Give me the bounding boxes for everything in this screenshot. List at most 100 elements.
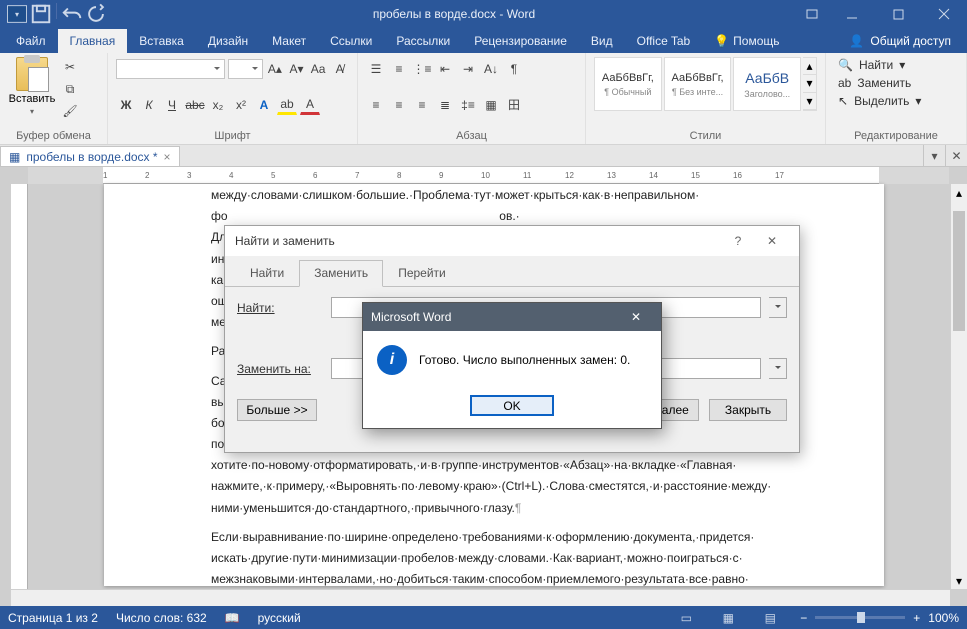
style-no-spacing[interactable]: АаБбВвГг,¶ Без инте... bbox=[664, 57, 732, 111]
font-color-icon[interactable]: A bbox=[300, 95, 320, 115]
msgbox-titlebar[interactable]: Microsoft Word ✕ bbox=[363, 303, 661, 331]
paragraph-label: Абзац bbox=[366, 128, 577, 142]
tab-insert[interactable]: Вставка bbox=[127, 29, 196, 53]
highlight-icon[interactable]: ab bbox=[277, 95, 297, 115]
close-icon[interactable] bbox=[921, 0, 967, 28]
tab-home[interactable]: Главная bbox=[58, 29, 128, 53]
cursor-icon: ↖ bbox=[838, 94, 848, 108]
scroll-down-icon[interactable]: ▾ bbox=[951, 572, 967, 589]
paste-button[interactable]: Вставить ▾ bbox=[8, 57, 56, 116]
ribbon-opts-icon[interactable] bbox=[795, 0, 829, 28]
dialog-titlebar[interactable]: Найти и заменить ? ✕ bbox=[225, 226, 799, 256]
style-normal[interactable]: АаБбВвГг,¶ Обычный bbox=[594, 57, 662, 111]
zoom-out-icon[interactable]: − bbox=[800, 611, 807, 625]
horizontal-scrollbar[interactable] bbox=[11, 589, 950, 606]
font-name-combo[interactable] bbox=[116, 59, 225, 79]
close-button[interactable]: Закрыть bbox=[709, 399, 787, 421]
view-web-icon[interactable]: ▤ bbox=[758, 606, 782, 629]
status-bar: Страница 1 из 2 Число слов: 632 📖 русски… bbox=[0, 606, 967, 629]
bullets-icon[interactable]: ☰ bbox=[366, 59, 386, 79]
scroll-up-icon[interactable]: ▴ bbox=[951, 184, 967, 201]
group-paragraph: ☰ ≡ ⋮≡ ⇤ ⇥ A↓ ¶ ≡ ≡ ≡ ≣ ‡≡ ▦ 田 Абзац bbox=[358, 53, 586, 144]
more-button[interactable]: Больше >> bbox=[237, 399, 317, 421]
status-page[interactable]: Страница 1 из 2 bbox=[8, 611, 98, 625]
find-button[interactable]: 🔍Найти ▾ bbox=[834, 57, 958, 73]
horizontal-ruler[interactable]: 1234567891011121314151617 bbox=[28, 167, 949, 184]
dlg-tab-find[interactable]: Найти bbox=[235, 260, 299, 286]
dlg-tab-goto[interactable]: Перейти bbox=[383, 260, 461, 286]
copy-icon[interactable]: ⧉ bbox=[60, 79, 80, 99]
style-heading1[interactable]: АаБбВЗаголово... bbox=[733, 57, 801, 111]
scroll-thumb[interactable] bbox=[953, 211, 965, 331]
justify-icon[interactable]: ≣ bbox=[435, 95, 455, 115]
replace-dropdown-icon[interactable] bbox=[769, 358, 787, 379]
select-button[interactable]: ↖Выделить ▾ bbox=[834, 93, 958, 109]
format-painter-icon[interactable]: 🖌 bbox=[60, 101, 80, 121]
clear-format-icon[interactable]: A̸ bbox=[330, 59, 349, 79]
view-read-icon[interactable]: ▭ bbox=[674, 606, 698, 629]
zoom-slider[interactable] bbox=[815, 616, 905, 619]
vertical-ruler[interactable] bbox=[11, 184, 28, 589]
zoom-level[interactable]: 100% bbox=[928, 611, 959, 625]
strike-icon[interactable]: abc bbox=[185, 95, 205, 115]
tab-review[interactable]: Рецензирование bbox=[462, 29, 579, 53]
tabs-dropdown-icon[interactable]: ▾ bbox=[923, 145, 945, 166]
dlg-tab-replace[interactable]: Заменить bbox=[299, 260, 383, 287]
tabs-close-icon[interactable]: ✕ bbox=[945, 145, 967, 166]
tab-references[interactable]: Ссылки bbox=[318, 29, 384, 53]
tab-mailings[interactable]: Рассылки bbox=[384, 29, 462, 53]
find-dropdown-icon[interactable] bbox=[769, 297, 787, 318]
status-language[interactable]: русский bbox=[258, 611, 301, 625]
change-case-icon[interactable]: Aa bbox=[309, 59, 328, 79]
numbering-icon[interactable]: ≡ bbox=[389, 59, 409, 79]
text-effects-icon[interactable]: A bbox=[254, 95, 274, 115]
close-tab-icon[interactable]: × bbox=[164, 150, 171, 164]
tab-file[interactable]: Файл bbox=[4, 29, 58, 53]
show-marks-icon[interactable]: ¶ bbox=[504, 59, 524, 79]
paste-icon bbox=[16, 57, 48, 91]
save-icon[interactable] bbox=[30, 3, 52, 25]
align-center-icon[interactable]: ≡ bbox=[389, 95, 409, 115]
dialog-help-icon[interactable]: ? bbox=[721, 229, 755, 253]
msgbox-close-icon[interactable]: ✕ bbox=[619, 306, 653, 328]
bold-icon[interactable]: Ж bbox=[116, 95, 136, 115]
inc-indent-icon[interactable]: ⇥ bbox=[458, 59, 478, 79]
align-right-icon[interactable]: ≡ bbox=[412, 95, 432, 115]
minimize-icon[interactable] bbox=[829, 0, 875, 28]
status-words[interactable]: Число слов: 632 bbox=[116, 611, 207, 625]
styles-more[interactable]: ▴▾▾ bbox=[803, 57, 817, 111]
tab-design[interactable]: Дизайн bbox=[196, 29, 260, 53]
line-spacing-icon[interactable]: ‡≡ bbox=[458, 95, 478, 115]
underline-icon[interactable]: Ч bbox=[162, 95, 182, 115]
share-button[interactable]: 👤Общий доступ bbox=[837, 29, 963, 53]
dialog-close-icon[interactable]: ✕ bbox=[755, 229, 789, 253]
view-print-icon[interactable]: ▦ bbox=[716, 606, 740, 629]
tab-officetab[interactable]: Office Tab bbox=[625, 29, 703, 53]
font-size-combo[interactable] bbox=[228, 59, 263, 79]
ok-button[interactable]: OK bbox=[470, 395, 554, 416]
cut-icon[interactable]: ✂ bbox=[60, 57, 80, 77]
align-left-icon[interactable]: ≡ bbox=[366, 95, 386, 115]
dec-indent-icon[interactable]: ⇤ bbox=[435, 59, 455, 79]
undo-icon[interactable] bbox=[61, 3, 83, 25]
shading-icon[interactable]: ▦ bbox=[481, 95, 501, 115]
borders-icon[interactable]: 田 bbox=[504, 95, 524, 115]
replace-button[interactable]: abЗаменить bbox=[834, 75, 958, 91]
grow-font-icon[interactable]: A▴ bbox=[266, 59, 285, 79]
shrink-font-icon[interactable]: A▾ bbox=[287, 59, 306, 79]
tab-view[interactable]: Вид bbox=[579, 29, 625, 53]
document-tab[interactable]: ▦ пробелы в ворде.docx * × bbox=[0, 146, 180, 166]
zoom-in-icon[interactable]: + bbox=[913, 611, 920, 625]
sort-icon[interactable]: A↓ bbox=[481, 59, 501, 79]
italic-icon[interactable]: К bbox=[139, 95, 159, 115]
qa-more-icon[interactable]: ▾ bbox=[6, 3, 28, 25]
multilevel-icon[interactable]: ⋮≡ bbox=[412, 59, 432, 79]
tab-layout[interactable]: Макет bbox=[260, 29, 318, 53]
vertical-scrollbar[interactable]: ▴ ▾ bbox=[950, 184, 967, 589]
superscript-icon[interactable]: x² bbox=[231, 95, 251, 115]
status-proof-icon[interactable]: 📖 bbox=[225, 611, 240, 625]
maximize-icon[interactable] bbox=[875, 0, 921, 28]
subscript-icon[interactable]: x₂ bbox=[208, 95, 228, 115]
tell-me[interactable]: 💡Помощь bbox=[702, 29, 791, 53]
redo-icon[interactable] bbox=[85, 3, 107, 25]
